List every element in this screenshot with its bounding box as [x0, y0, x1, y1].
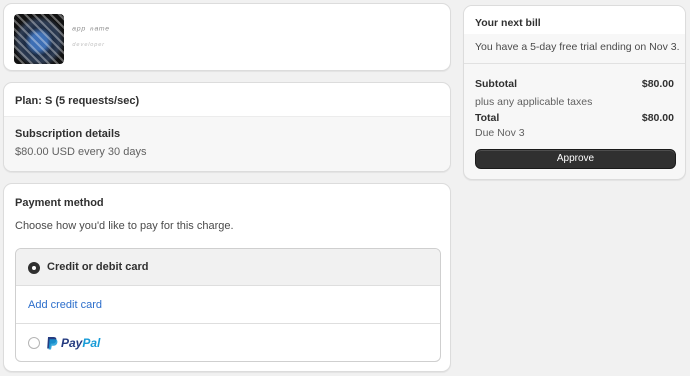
subtotal-label: Subtotal	[475, 78, 517, 90]
paypal-radio[interactable]	[28, 337, 40, 349]
subtotal-value: $80.00	[641, 78, 674, 90]
option-paypal[interactable]: PayPal	[16, 324, 440, 361]
bill-divider	[464, 63, 685, 64]
payment-method-card: Payment method Choose how you'd like to …	[3, 183, 451, 372]
subscription-details: Subscription details $80.00 USD every 30…	[4, 116, 450, 171]
app-header-card: ᵃᵖᵖ ⁿᵃᵐᵉ ᵈᵉᵛᵉˡᵒᵖᵉʳ	[3, 3, 451, 71]
payment-options: Credit or debit card Add credit card Pay…	[15, 248, 441, 362]
bill-header: Your next bill	[464, 6, 685, 34]
bill-title: Your next bill	[475, 17, 541, 29]
credit-card-label: Credit or debit card	[47, 261, 149, 273]
subtotal-note: plus any applicable taxes	[475, 96, 593, 108]
subscription-details-title: Subscription details	[15, 128, 121, 140]
app-name: ᵃᵖᵖ ⁿᵃᵐᵉ	[72, 25, 110, 36]
approve-button[interactable]: Approve	[475, 149, 676, 169]
payment-method-title: Payment method	[15, 197, 104, 209]
plan-card: Plan: S (5 requests/sec) Subscription de…	[3, 82, 451, 172]
add-credit-card-link[interactable]: Add credit card	[28, 299, 102, 311]
payment-method-subtitle: Choose how you'd like to pay for this ch…	[15, 220, 234, 232]
paypal-icon	[47, 337, 58, 350]
total-due-note: Due Nov 3	[475, 127, 525, 139]
total-value: $80.00	[641, 112, 674, 124]
app-logo-icon	[14, 14, 64, 64]
next-bill-card: Your next bill You have a 5-day free tri…	[463, 5, 686, 180]
trial-notice: You have a 5-day free trial ending on No…	[475, 41, 680, 53]
plan-title: Plan: S (5 requests/sec)	[15, 95, 140, 107]
app-subtitle: ᵈᵉᵛᵉˡᵒᵖᵉʳ	[72, 41, 105, 50]
subscription-price: $80.00 USD every 30 days	[15, 146, 147, 158]
credit-card-radio[interactable]	[28, 262, 40, 274]
total-label: Total	[475, 112, 500, 124]
paypal-label: PayPal	[61, 336, 101, 350]
option-credit-card[interactable]: Credit or debit card	[16, 249, 440, 286]
paypal-wordmark: PayPal	[61, 336, 100, 350]
add-credit-card-row: Add credit card	[16, 286, 440, 324]
